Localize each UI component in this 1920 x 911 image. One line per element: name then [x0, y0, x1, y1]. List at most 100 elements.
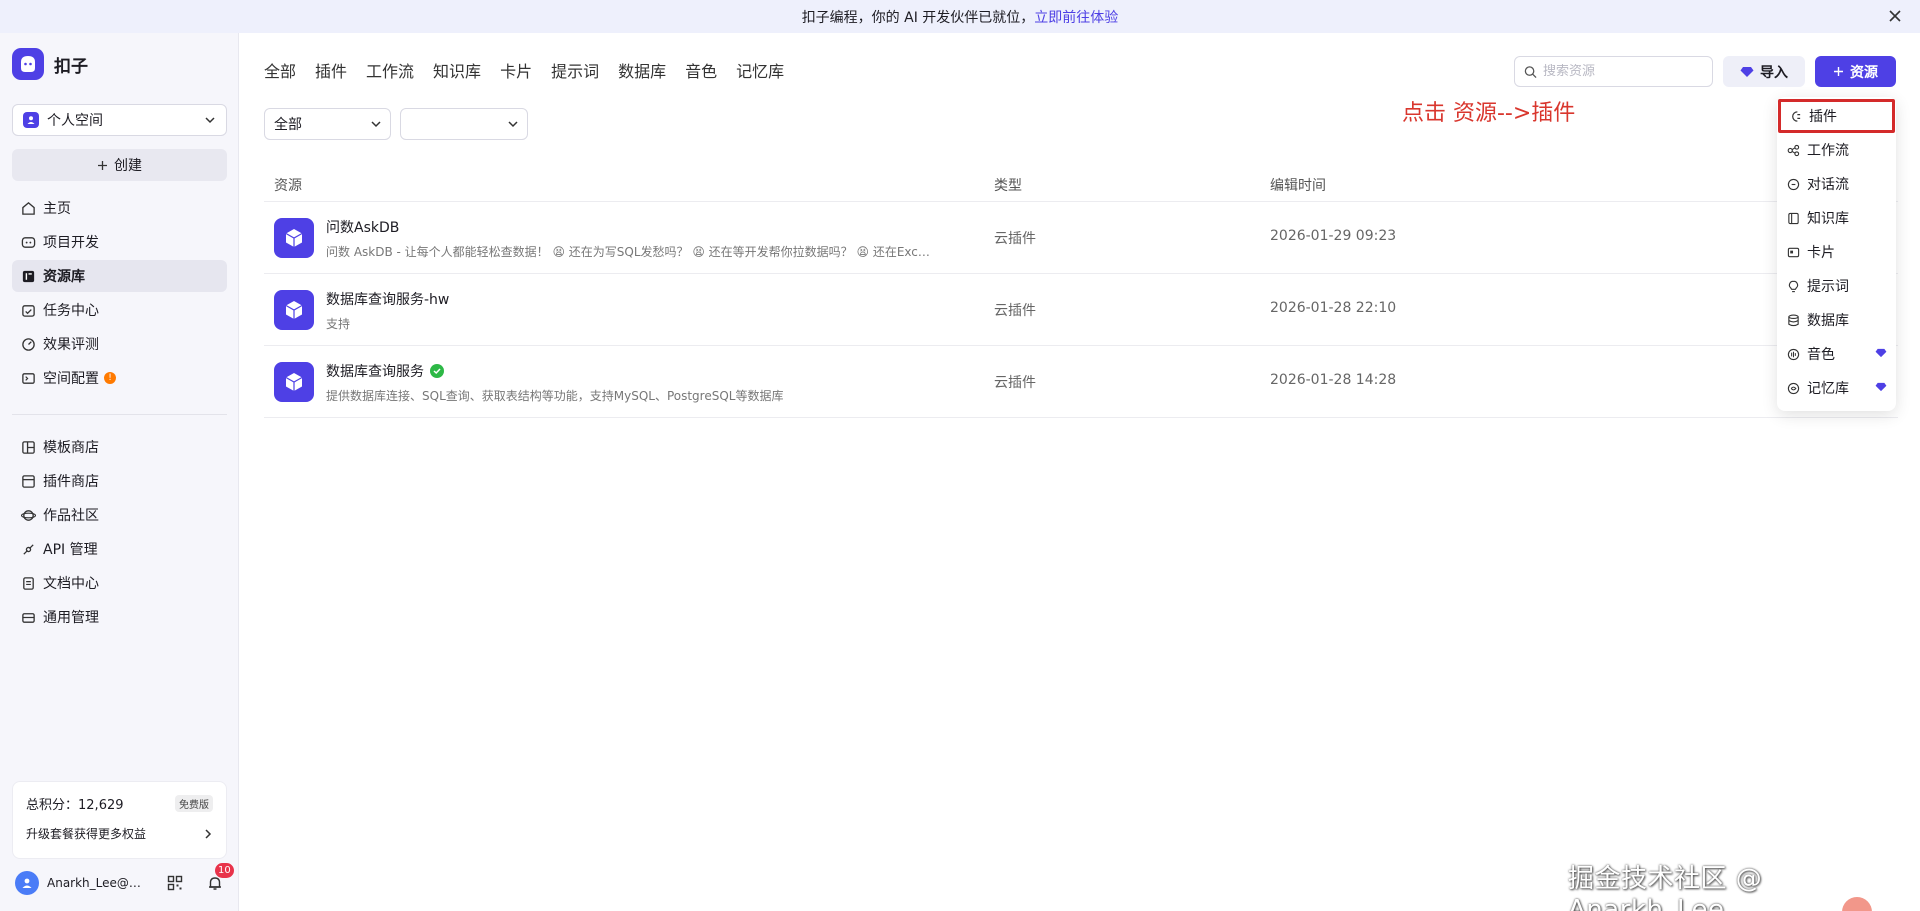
table-row[interactable]: 数据库查询服务-hw 支持 云插件 2026-01-28 22:10 [264, 274, 1898, 346]
resource-time: 2026-01-28 22:10 [1270, 300, 1397, 316]
sidebar-item-plugin-store[interactable]: 插件商店 [12, 465, 227, 497]
database-icon [1788, 314, 1799, 326]
notification-badge: 10 [215, 863, 234, 878]
menu-item-memory[interactable]: 记忆库 [1779, 371, 1894, 405]
table-row[interactable]: 问数AskDB 问数 AskDB - 让每个人都能轻松查数据！ 😫 还在为写SQ… [264, 202, 1898, 274]
cube-icon [274, 218, 314, 258]
tab-memory[interactable]: 记忆库 [736, 60, 784, 84]
config-badge: ! [104, 372, 116, 384]
tab-card[interactable]: 卡片 [500, 60, 532, 84]
points-label: 总积分： [26, 798, 79, 813]
doc-icon [23, 576, 34, 590]
annotation-text: 点击 资源-->插件 [1402, 101, 1576, 126]
sidebar-item-api[interactable]: API 管理 [12, 533, 227, 565]
points-value: 12,629 [78, 798, 124, 813]
nav-secondary: 模板商店 插件商店 作品社区 API 管理 文档中心 通用管理 [12, 431, 227, 635]
points-text: 总积分：12,629 [26, 794, 124, 813]
premium-diamond-icon [1875, 348, 1887, 358]
sidebar-item-home[interactable]: 主页 [12, 192, 227, 224]
menu-item-database[interactable]: 数据库 [1779, 303, 1894, 337]
column-edit-time: 编辑时间 [1270, 178, 1326, 194]
menu-item-chatflow[interactable]: 对话流 [1779, 167, 1894, 201]
plugin-icon [1792, 110, 1801, 122]
banner-link[interactable]: 立即前往体验 [1034, 7, 1118, 27]
menu-item-label: 音色 [1807, 347, 1835, 363]
sidebar: 扣子 个人空间 创建 主页 项目开发 资源库 任务中心 效果评测 空间配置 ! … [0, 33, 239, 911]
menu-item-voice[interactable]: 音色 [1779, 337, 1894, 371]
sidebar-item-task[interactable]: 任务中心 [12, 294, 227, 326]
menu-item-plugin[interactable]: 插件 [1778, 99, 1895, 133]
resource-name-row: 问数AskDB [326, 217, 399, 237]
tab-prompt[interactable]: 提示词 [551, 60, 599, 84]
plus-icon [1834, 67, 1843, 76]
sidebar-item-community[interactable]: 作品社区 [12, 499, 227, 531]
sidebar-item-label: 项目开发 [43, 235, 99, 251]
user-name[interactable]: Anarkh_Lee@… [47, 876, 147, 890]
project-icon [21, 236, 36, 248]
resource-name: 问数AskDB [326, 220, 400, 236]
nav-main: 主页 项目开发 资源库 任务中心 效果评测 空间配置 ! [12, 192, 227, 396]
resource-name: 数据库查询服务 [326, 364, 424, 380]
sidebar-item-label: 资源库 [43, 269, 85, 285]
sidebar-item-library[interactable]: 资源库 [12, 260, 227, 292]
home-icon [22, 201, 35, 215]
search-box[interactable] [1514, 56, 1713, 87]
knowledge-icon [1788, 212, 1799, 224]
tab-workflow[interactable]: 工作流 [366, 60, 414, 84]
sidebar-item-project[interactable]: 项目开发 [12, 226, 227, 258]
add-resource-label: 资源 [1850, 64, 1878, 81]
add-resource-button[interactable]: 资源 [1815, 56, 1896, 87]
menu-item-workflow[interactable]: 工作流 [1779, 133, 1894, 167]
import-button[interactable]: 导入 [1723, 56, 1805, 87]
close-icon[interactable] [1886, 7, 1904, 25]
search-input[interactable] [1543, 64, 1703, 79]
create-button[interactable]: 创建 [12, 149, 227, 181]
menu-item-card[interactable]: 卡片 [1779, 235, 1894, 269]
menu-item-label: 记忆库 [1807, 381, 1849, 397]
sidebar-item-label: 作品社区 [43, 508, 99, 524]
sidebar-item-manage[interactable]: 通用管理 [12, 601, 227, 633]
menu-item-label: 提示词 [1807, 279, 1849, 295]
premium-diamond-icon [1875, 382, 1887, 392]
type-filter[interactable]: 全部 [264, 108, 391, 140]
resource-name: 数据库查询服务-hw [326, 292, 450, 308]
api-icon [23, 543, 34, 555]
space-selector[interactable]: 个人空间 [12, 104, 227, 136]
tab-voice[interactable]: 音色 [685, 60, 717, 84]
resource-name-row: 数据库查询服务-hw [326, 289, 449, 309]
banner-text: 扣子编程，你的 AI 开发伙伴已就位， [801, 9, 1035, 26]
apps-button[interactable] [163, 871, 187, 895]
sidebar-item-eval[interactable]: 效果评测 [12, 328, 227, 360]
second-filter[interactable] [400, 108, 528, 140]
resource-time: 2026-01-28 14:28 [1270, 372, 1397, 388]
chevron-down-icon [371, 121, 381, 128]
menu-item-knowledge[interactable]: 知识库 [1779, 201, 1894, 235]
tab-plugin[interactable]: 插件 [315, 60, 347, 84]
sidebar-divider [12, 414, 227, 415]
upgrade-link[interactable]: 升级套餐获得更多权益 [26, 825, 213, 842]
sidebar-item-templates[interactable]: 模板商店 [12, 431, 227, 463]
import-label: 导入 [1760, 64, 1788, 81]
menu-item-prompt[interactable]: 提示词 [1779, 269, 1894, 303]
avatar[interactable] [15, 871, 39, 895]
tab-database[interactable]: 数据库 [618, 60, 666, 84]
plan-badge: 免费版 [175, 795, 213, 812]
resource-type: 云插件 [994, 375, 1036, 391]
verified-check-icon [430, 364, 444, 378]
manage-icon [22, 612, 35, 623]
space-label: 个人空间 [47, 113, 103, 129]
chevron-down-icon [205, 117, 215, 124]
table-row[interactable]: 数据库查询服务 提供数据库连接、SQL查询、获取表结构等功能，支持MySQL、P… [264, 346, 1898, 418]
tab-knowledge[interactable]: 知识库 [433, 60, 481, 84]
brand[interactable]: 扣子 [12, 48, 88, 80]
diamond-icon [1740, 66, 1754, 77]
sidebar-item-docs[interactable]: 文档中心 [12, 567, 227, 599]
tab-all[interactable]: 全部 [264, 60, 296, 84]
sidebar-item-config[interactable]: 空间配置 ! [12, 362, 227, 394]
sidebar-item-label: 模板商店 [43, 440, 99, 456]
cube-icon [274, 290, 314, 330]
library-icon [22, 270, 35, 282]
notification-button[interactable]: 10 [203, 863, 234, 895]
community-icon [21, 509, 36, 521]
points-row: 总积分：12,629 免费版 [26, 794, 213, 813]
